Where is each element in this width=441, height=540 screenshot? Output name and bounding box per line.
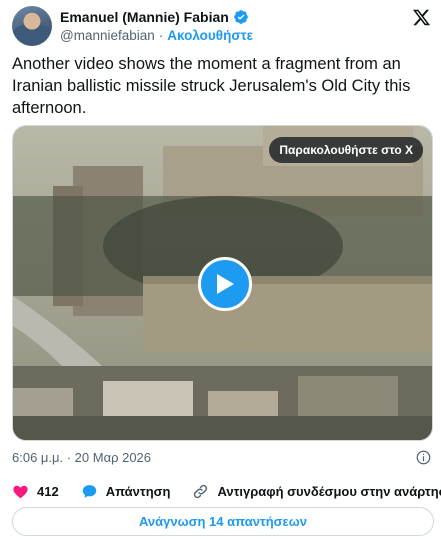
author-handle[interactable]: @manniefabian <box>60 28 155 43</box>
like-count: 412 <box>37 483 59 499</box>
timestamp-row: 6:06 μ.μ. · 20 Μαρ 2026 <box>12 450 431 468</box>
reply-button[interactable]: Απάντηση <box>81 483 171 500</box>
copy-link-button[interactable]: Αντιγραφή συνδέσμου στην ανάρτηση <box>192 483 441 500</box>
tweet-header: Emanuel (Mannie) Fabian @manniefabian · Ακ… <box>12 6 431 46</box>
like-button[interactable]: 412 <box>12 483 59 500</box>
tweet-text: Another video shows the moment a fragmen… <box>12 55 411 117</box>
copy-link-label: Αντιγραφή συνδέσμου στην ανάρτηση <box>217 483 441 499</box>
author-name-row: Emanuel (Mannie) Fabian <box>60 9 249 25</box>
info-icon[interactable] <box>416 450 431 465</box>
x-logo-icon[interactable] <box>412 8 431 27</box>
watch-on-x-button[interactable]: Παρακολουθήστε στο X <box>269 137 423 163</box>
handle-row: @manniefabian · Ακολουθήστε <box>60 28 253 43</box>
action-bar: 412 Απάντηση Αντιγραφή συνδέσμου στην αν… <box>12 481 441 501</box>
heart-icon <box>13 485 28 498</box>
play-button[interactable] <box>198 257 252 311</box>
avatar[interactable] <box>12 6 52 46</box>
play-icon <box>217 274 234 294</box>
follow-button[interactable]: Ακολουθήστε <box>167 28 253 43</box>
verified-badge-icon <box>233 10 248 24</box>
timestamp[interactable]: 6:06 μ.μ. · 20 Μαρ 2026 <box>12 450 151 465</box>
dot-separator: · <box>158 28 164 43</box>
author-name[interactable]: Emanuel (Mannie) Fabian <box>60 9 229 25</box>
link-icon <box>194 484 208 498</box>
speech-bubble-icon <box>82 484 96 498</box>
video-player[interactable]: Παρακολουθήστε στο X <box>12 125 433 441</box>
read-replies-button[interactable]: Ανάγνωση 14 απαντήσεων <box>12 507 434 536</box>
reply-label: Απάντηση <box>105 483 171 499</box>
